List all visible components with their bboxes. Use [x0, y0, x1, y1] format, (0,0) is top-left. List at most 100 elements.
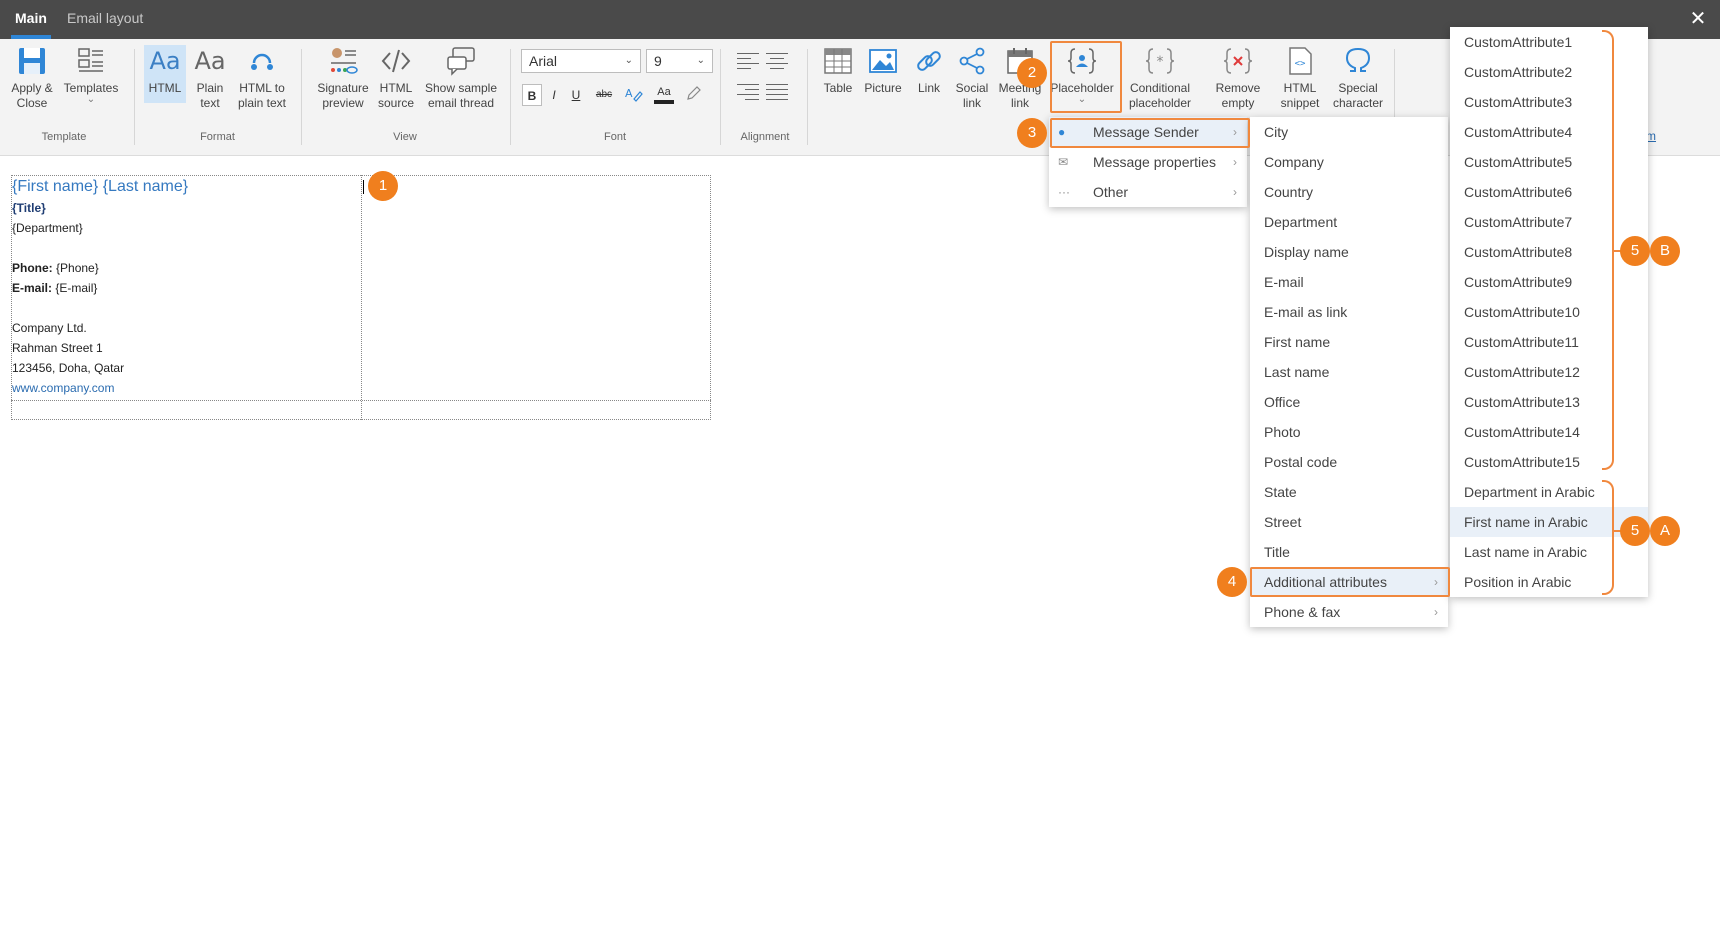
- italic-button[interactable]: I: [544, 84, 564, 106]
- menu-item[interactable]: Postal code: [1250, 447, 1448, 477]
- menu-item[interactable]: State: [1250, 477, 1448, 507]
- menu-item[interactable]: CustomAttribute12: [1450, 357, 1648, 387]
- insert-conditional-placeholder-button[interactable]: * Conditional placeholder: [1122, 45, 1198, 111]
- department-placeholder[interactable]: {Department}: [12, 221, 83, 235]
- menu-item[interactable]: Position in Arabic: [1450, 567, 1648, 597]
- html-to-plain-text-button[interactable]: HTML to plain text: [232, 45, 292, 111]
- menu-item[interactable]: CustomAttribute2: [1450, 57, 1648, 87]
- street-address[interactable]: Rahman Street 1: [12, 341, 103, 355]
- menu-item[interactable]: E-mail as link: [1250, 297, 1448, 327]
- insert-link-button[interactable]: Link: [910, 45, 948, 96]
- menu-item[interactable]: Display name: [1250, 237, 1448, 267]
- menu-item[interactable]: CustomAttribute10: [1450, 297, 1648, 327]
- font-color-swatch: [654, 100, 674, 104]
- align-center-button[interactable]: [766, 49, 792, 71]
- menu-item[interactable]: ✉ Message properties ›: [1049, 147, 1247, 177]
- menu-item[interactable]: Photo: [1250, 417, 1448, 447]
- menu-item[interactable]: CustomAttribute13: [1450, 387, 1648, 417]
- menu-item[interactable]: Department: [1250, 207, 1448, 237]
- html-snippet-label: HTML snippet: [1280, 81, 1320, 110]
- html-source-button[interactable]: HTML source: [374, 45, 418, 111]
- menu-item-label: Display name: [1264, 244, 1349, 260]
- menu-item[interactable]: ··· Other ›: [1049, 177, 1247, 207]
- insert-special-character-button[interactable]: Special character: [1328, 45, 1388, 111]
- sender-attributes-menu: City Company Country Department Display name…: [1250, 117, 1448, 627]
- menu-item[interactable]: CustomAttribute3: [1450, 87, 1648, 117]
- apply-close-button[interactable]: Apply & Close: [6, 45, 58, 111]
- website-link[interactable]: www.company.com: [12, 381, 114, 395]
- format-html-button[interactable]: Aa HTML: [144, 45, 186, 103]
- insert-html-snippet-button[interactable]: <> HTML snippet: [1274, 45, 1326, 111]
- insert-social-link-button[interactable]: Social link: [952, 45, 992, 111]
- email-line[interactable]: E-mail: {E-mail}: [12, 281, 97, 295]
- font-color-button[interactable]: Aa: [652, 84, 676, 106]
- menu-item[interactable]: Office: [1250, 387, 1448, 417]
- align-justify-button[interactable]: [766, 80, 792, 102]
- close-icon[interactable]: ✕: [1688, 9, 1708, 29]
- city-address[interactable]: 123456, Doha, Qatar: [12, 361, 124, 375]
- menu-item[interactable]: CustomAttribute1: [1450, 27, 1648, 57]
- group-divider: [301, 49, 302, 145]
- html-format-icon: Aa: [149, 47, 181, 75]
- alignment-group-label: Alignment: [740, 131, 790, 143]
- align-right-button[interactable]: [737, 80, 763, 102]
- tab-email-layout[interactable]: Email layout: [67, 0, 143, 39]
- picture-label: Picture: [864, 81, 902, 95]
- menu-item-label: Title: [1264, 544, 1290, 560]
- menu-item[interactable]: CustomAttribute5: [1450, 147, 1648, 177]
- phone-line[interactable]: Phone: {Phone}: [12, 261, 99, 275]
- clear-format-button[interactable]: [682, 84, 706, 106]
- menu-item-label: CustomAttribute14: [1464, 424, 1580, 440]
- group-divider: [134, 49, 135, 145]
- menu-item-label: Department: [1264, 214, 1338, 230]
- menu-item[interactable]: Department in Arabic: [1450, 477, 1648, 507]
- company-name[interactable]: Company Ltd.: [12, 321, 87, 335]
- more-dots-icon: ···: [1058, 185, 1070, 199]
- show-sample-thread-button[interactable]: Show sample email thread: [422, 45, 500, 111]
- tab-main[interactable]: Main: [11, 0, 51, 39]
- highlight-button[interactable]: A: [622, 84, 646, 106]
- menu-item-label: Department in Arabic: [1464, 484, 1595, 500]
- menu-item[interactable]: First name: [1250, 327, 1448, 357]
- strikethrough-button[interactable]: abc: [592, 84, 616, 106]
- menu-item[interactable]: Phone & fax ›: [1250, 597, 1448, 627]
- view-group-label: View: [393, 131, 417, 143]
- menu-item[interactable]: City: [1250, 117, 1448, 147]
- menu-item[interactable]: CustomAttribute7: [1450, 207, 1648, 237]
- font-size-select[interactable]: 9 ⌄: [646, 49, 713, 73]
- font-name-select[interactable]: Arial ⌄: [521, 49, 641, 73]
- templates-button[interactable]: Templates ⌄: [62, 45, 120, 105]
- menu-item[interactable]: First name in Arabic: [1450, 507, 1648, 537]
- menu-item-label: First name: [1264, 334, 1331, 350]
- menu-item[interactable]: CustomAttribute9: [1450, 267, 1648, 297]
- menu-item[interactable]: CustomAttribute11: [1450, 327, 1648, 357]
- signature-preview-button[interactable]: Signature preview: [314, 45, 372, 111]
- menu-item[interactable]: E-mail: [1250, 267, 1448, 297]
- remove-empty-button[interactable]: Remove empty: [1208, 45, 1268, 111]
- menu-item[interactable]: CustomAttribute8: [1450, 237, 1648, 267]
- menu-item[interactable]: Last name in Arabic: [1450, 537, 1648, 567]
- menu-item-label: CustomAttribute10: [1464, 304, 1580, 320]
- menu-item[interactable]: Last name: [1250, 357, 1448, 387]
- menu-item[interactable]: CustomAttribute4: [1450, 117, 1648, 147]
- menu-item[interactable]: CustomAttribute15: [1450, 447, 1648, 477]
- menu-item[interactable]: Company: [1250, 147, 1448, 177]
- align-left-button[interactable]: [737, 49, 763, 71]
- title-placeholder[interactable]: {Title}: [12, 201, 46, 215]
- menu-item-label: Position in Arabic: [1464, 574, 1572, 590]
- menu-item[interactable]: CustomAttribute14: [1450, 417, 1648, 447]
- insert-table-button[interactable]: Table: [818, 45, 858, 96]
- sender-name-placeholder[interactable]: {First name} {Last name}: [12, 178, 188, 196]
- underline-button[interactable]: U: [566, 84, 586, 106]
- menu-item[interactable]: Country: [1250, 177, 1448, 207]
- menu-item[interactable]: CustomAttribute6: [1450, 177, 1648, 207]
- email-placeholder: {E-mail}: [52, 281, 98, 295]
- insert-picture-button[interactable]: Picture: [862, 45, 904, 96]
- menu-item[interactable]: Title: [1250, 537, 1448, 567]
- bold-button[interactable]: B: [522, 84, 542, 106]
- chat-bubbles-icon: [447, 47, 475, 76]
- menu-item[interactable]: Street: [1250, 507, 1448, 537]
- chevron-right-icon: ›: [1434, 605, 1438, 619]
- html-snippet-icon: <>: [1289, 47, 1312, 75]
- format-plain-text-button[interactable]: Aa Plain text: [190, 45, 230, 111]
